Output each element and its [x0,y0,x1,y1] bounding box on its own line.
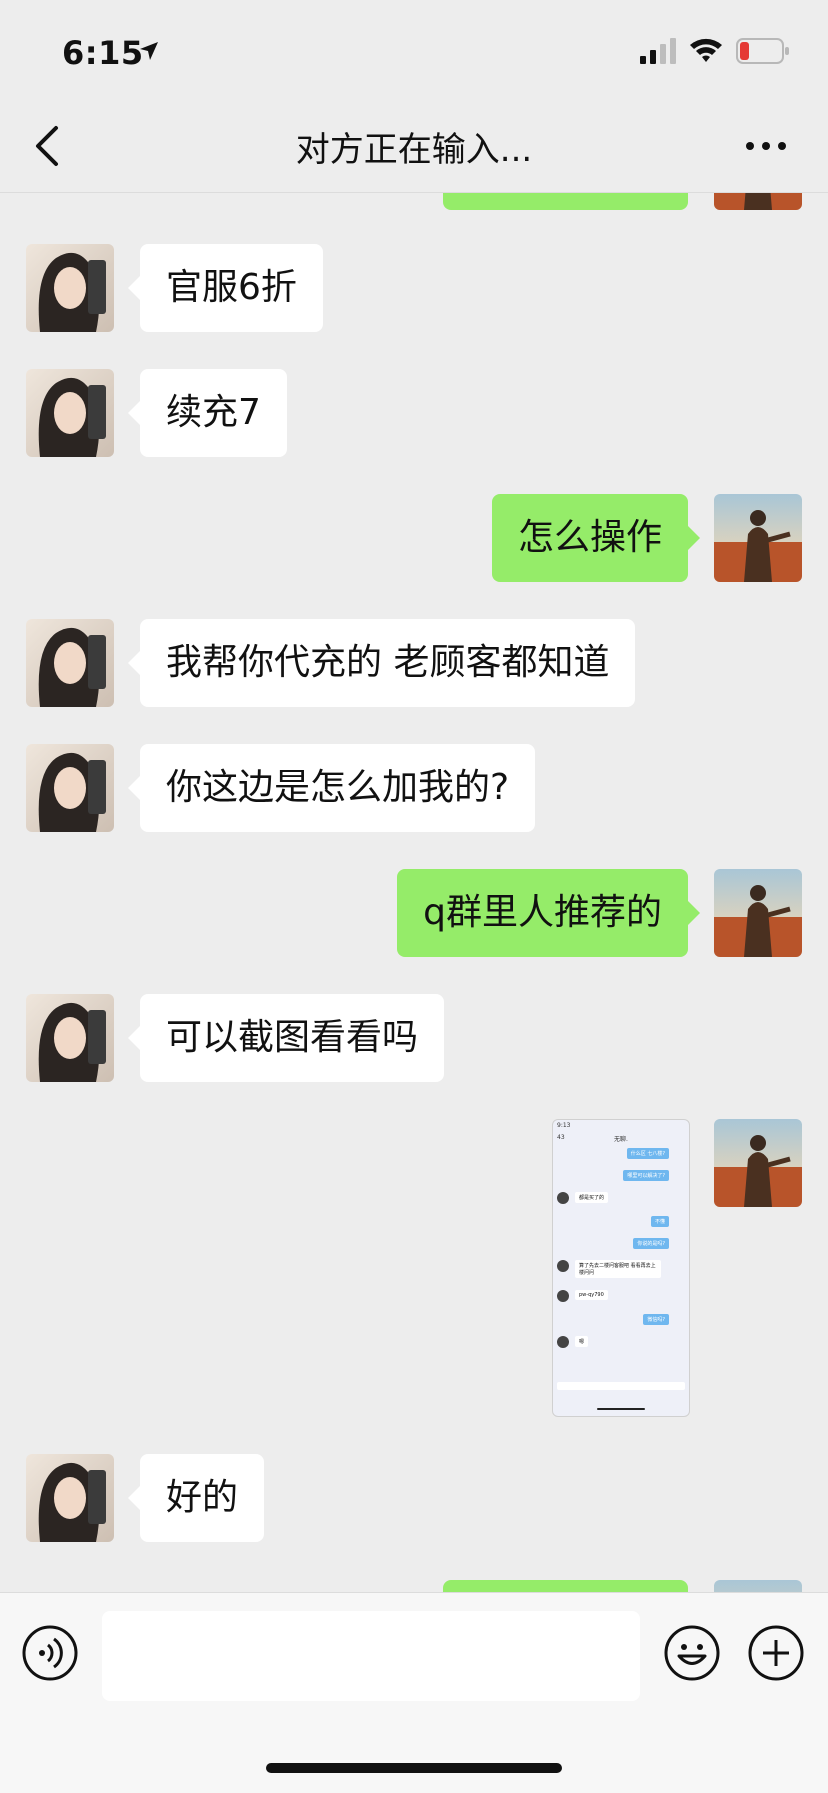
message-input[interactable] [102,1611,640,1701]
voice-input-icon[interactable] [22,1625,78,1681]
thumb-avatar [557,1336,569,1348]
chat-title: 对方正在输入... [295,130,533,170]
thumb-msg: 算了先去二楼问客服吧 看看再去上楼问问 [575,1260,661,1278]
self-avatar[interactable] [714,1119,802,1207]
self-avatar[interactable] [714,192,802,210]
message-bubble[interactable]: 官服6折 [128,244,323,332]
self-avatar[interactable] [714,1580,802,1592]
location-arrow-icon [140,42,158,60]
self-avatar[interactable] [714,494,802,582]
message-bubble-partial[interactable] [443,1580,688,1592]
thumb-msg: 微信吗? [643,1314,669,1325]
thumb-msg: 你说的是吗? [633,1238,669,1249]
chat-header: 对方正在输入... [0,100,828,193]
message-bubble-partial[interactable] [443,192,688,210]
contact-avatar[interactable] [26,619,114,707]
status-time: 6:15 [62,34,144,72]
thumb-msg: pw-qy790 [575,1290,608,1300]
screenshot-image-message[interactable]: 9:13 43 无聊. 什么区 七八楼? 哪里可以解决了? 都是买了的 不懂 你… [552,1119,690,1417]
message-bubble[interactable]: 好的 [127,1454,265,1542]
plus-icon[interactable] [748,1625,804,1681]
message-bubble[interactable]: 我帮你代充的 老顾客都知道 [127,619,636,707]
thumb-avatar [557,1290,569,1302]
message-bubble[interactable]: 可以截图看看吗 [127,994,445,1082]
contact-avatar[interactable] [26,994,114,1082]
contact-avatar[interactable] [26,244,114,332]
thumb-msg: 都是买了的 [575,1192,609,1203]
contact-avatar[interactable] [26,369,114,457]
thumb-msg: 不懂 [650,1216,669,1227]
contact-avatar[interactable] [26,744,114,832]
battery-icon [736,38,789,64]
contact-avatar[interactable] [26,1454,114,1542]
more-options-icon[interactable] [742,124,790,168]
cellular-signal-icon [640,38,676,64]
home-indicator [266,1763,562,1773]
thumb-msg: 嗯 [575,1336,589,1347]
status-bar: 6:15 [0,0,828,100]
message-bubble[interactable]: q群里人推荐的 [397,869,700,957]
input-bar [0,1592,828,1793]
thumb-input [557,1382,685,1390]
thumb-time: 9:13 [557,1122,571,1129]
emoji-icon[interactable] [664,1625,720,1681]
thumb-msg: 哪里可以解决了? [623,1170,669,1181]
wifi-icon [690,38,722,62]
message-list[interactable]: 官服6折 续充7 怎么操作 我帮你代充的 老顾客都知道 你这边是怎么加我的? q… [0,192,828,1592]
self-avatar[interactable] [714,869,802,957]
thumb-home-indicator [597,1408,645,1410]
thumb-avatar [557,1260,569,1272]
message-bubble[interactable]: 续充7 [128,369,287,457]
thumb-msg: 什么区 七八楼? [626,1148,669,1159]
thumb-title: 无聊. [614,1136,628,1143]
thumb-avatar [557,1192,569,1204]
message-bubble[interactable]: 怎么操作 [491,494,701,582]
message-bubble[interactable]: 你这边是怎么加我的? [127,744,536,832]
